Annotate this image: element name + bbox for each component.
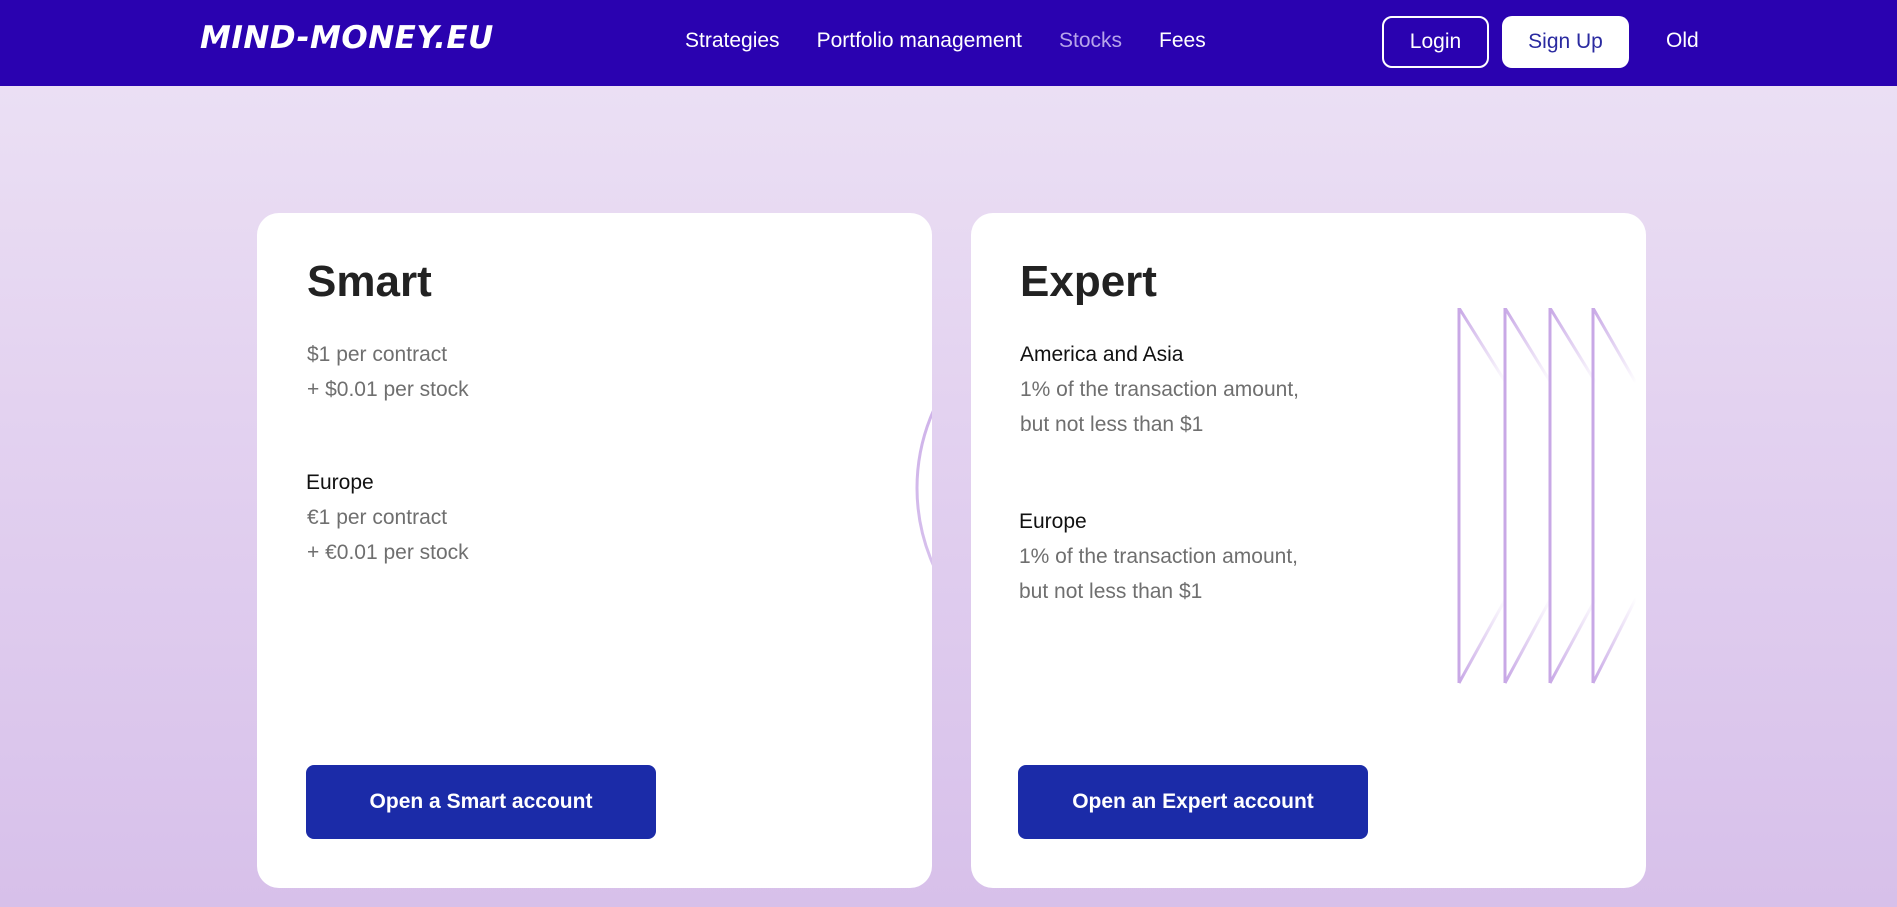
expert-america-asia-minimum: but not less than $1 [1020,413,1204,436]
nav-fees[interactable]: Fees [1159,29,1206,53]
smart-price-contract: $1 per contract [307,343,448,366]
smart-price-stock: + $0.01 per stock [307,378,469,401]
sign-up-button[interactable]: Sign Up [1502,16,1629,68]
expert-europe-minimum: but not less than $1 [1019,580,1203,603]
expert-america-asia-fee: 1% of the transaction amount, [1020,378,1299,401]
top-navigation-bar: MIND-MONEY.EU Strategies Portfolio manag… [0,0,1897,86]
smart-region-europe: Europe [306,471,374,494]
open-expert-account-button[interactable]: Open an Expert account [1018,765,1368,839]
main-nav: Strategies Portfolio management Stocks F… [685,29,1206,53]
nav-stocks[interactable]: Stocks [1059,29,1122,53]
nav-strategies[interactable]: Strategies [685,29,780,53]
expert-region-europe: Europe [1019,510,1087,533]
vertical-chevron-lines-icon [1457,308,1636,684]
open-smart-account-button[interactable]: Open a Smart account [306,765,656,839]
expert-plan-title: Expert [1020,257,1157,306]
expert-plan-card: Expert America and Asia 1% of the transa… [971,213,1646,888]
expert-region-america-asia: America and Asia [1020,343,1184,366]
smart-europe-stock: + €0.01 per stock [307,541,469,564]
login-button[interactable]: Login [1382,16,1489,68]
smart-europe-contract: €1 per contract [307,506,448,529]
smart-plan-card: Smart $1 per contract + $0.01 per stock … [257,213,932,888]
concentric-rings-icon [915,410,932,566]
smart-plan-title: Smart [307,257,432,306]
expert-europe-fee: 1% of the transaction amount, [1019,545,1298,568]
old-site-link[interactable]: Old [1666,29,1699,53]
site-logo[interactable]: MIND-MONEY.EU [200,20,494,56]
nav-portfolio-management[interactable]: Portfolio management [817,29,1022,53]
